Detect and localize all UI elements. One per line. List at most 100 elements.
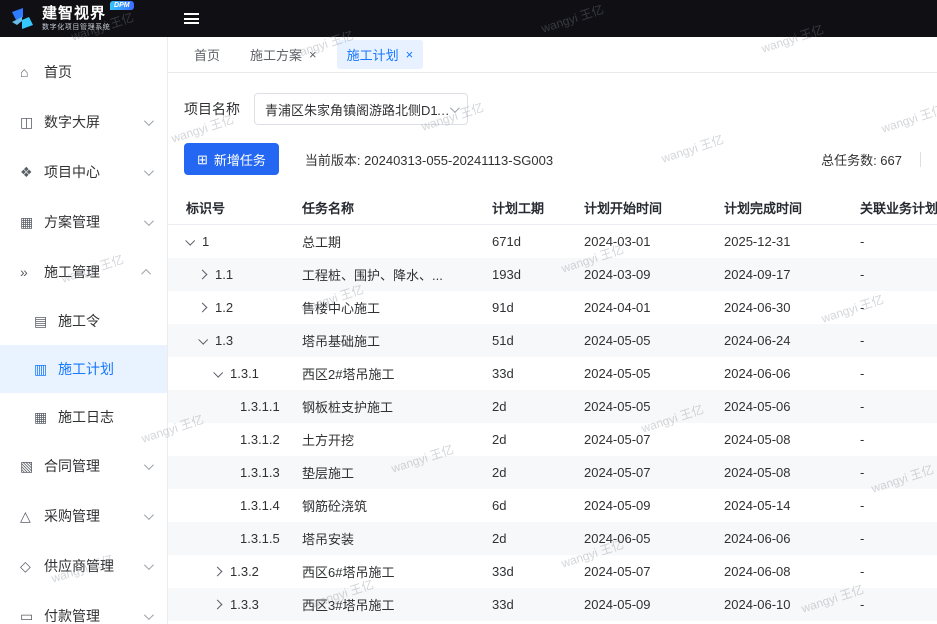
task-related-plan: - — [848, 588, 937, 621]
tabbar: 首页 施工方案 × 施工计划 × — [168, 37, 937, 73]
sidebar-item-digital-screen[interactable]: ◫ 数字大屏 — [0, 97, 167, 147]
chevron-icon — [144, 166, 154, 176]
schedule-icon: ▥ — [34, 361, 58, 378]
expand-toggle-icon[interactable] — [185, 236, 195, 246]
construction-icon: » — [20, 264, 44, 280]
sidebar-subitem-construction-order[interactable]: ▤ 施工令 — [0, 297, 167, 345]
task-id: 1.1 — [215, 267, 233, 282]
task-related-plan: - — [848, 489, 937, 522]
table-row[interactable]: 1.1 工程桩、围护、降水、... 193d 2024-03-09 2024-0… — [168, 258, 937, 291]
expand-toggle-icon[interactable] — [198, 270, 208, 280]
tab-label: 施工计划 — [347, 45, 399, 64]
sidebar-item-supplier-management[interactable]: ◇ 供应商管理 — [0, 541, 167, 591]
table-header-row: 标识号 任务名称 计划工期 计划开始时间 计划完成时间 关联业务计划 — [168, 191, 937, 225]
sidebar-item-project-center[interactable]: ❖ 项目中心 — [0, 147, 167, 197]
task-duration: 671d — [480, 225, 572, 259]
table-row[interactable]: 1.3.1.1 钢板桩支护施工 2d 2024-05-05 2024-05-06… — [168, 390, 937, 423]
task-start-date: 2024-05-07 — [572, 456, 712, 489]
expand-toggle-icon[interactable] — [213, 567, 223, 577]
task-related-plan: - — [848, 522, 937, 555]
table-row[interactable]: 1.3.1 西区2#塔吊施工 33d 2024-05-05 2024-06-06… — [168, 357, 937, 390]
task-related-plan: - — [848, 555, 937, 588]
task-start-date: 2024-06-05 — [572, 522, 712, 555]
sidebar-item-home[interactable]: ⌂ 首页 — [0, 47, 167, 97]
plan-icon: ▦ — [20, 214, 44, 231]
sidebar-subitem-construction-log[interactable]: ▦ 施工日志 — [0, 393, 167, 441]
task-end-date: 2024-05-08 — [712, 423, 848, 456]
main-content: 首页 施工方案 × 施工计划 × 项目名称 青浦区朱家角镇阁游路北侧D11...… — [168, 37, 937, 624]
task-related-plan: - — [848, 423, 937, 456]
chevron-icon — [144, 510, 154, 520]
task-end-date: 2024-06-24 — [712, 324, 848, 357]
table-row[interactable]: 1.3 塔吊基础施工 51d 2024-05-05 2024-06-24 - — [168, 324, 937, 357]
stats-divider — [920, 152, 921, 167]
sidebar-item-contract-management[interactable]: ▧ 合同管理 — [0, 441, 167, 491]
task-duration: 33d — [480, 555, 572, 588]
task-name: 塔吊基础施工 — [290, 324, 480, 357]
table-row[interactable]: 1.2 售楼中心施工 91d 2024-04-01 2024-06-30 - — [168, 291, 937, 324]
task-end-date: 2025-12-31 — [712, 225, 848, 259]
table-row[interactable]: 1.3.1.5 塔吊安装 2d 2024-06-05 2024-06-06 - — [168, 522, 937, 555]
sidebar-item-construction-management[interactable]: » 施工管理 — [0, 247, 167, 297]
task-end-date: 2024-05-08 — [712, 456, 848, 489]
sidebar-subitem-construction-schedule[interactable]: ▥ 施工计划 — [0, 345, 167, 393]
task-id: 1.3.1.2 — [240, 432, 280, 447]
sidebar-item-payment-management[interactable]: ▭ 付款管理 — [0, 591, 167, 624]
task-start-date: 2024-05-05 — [572, 357, 712, 390]
filter-row: 项目名称 青浦区朱家角镇阁游路北侧D11... — [184, 93, 921, 125]
task-name: 西区2#塔吊施工 — [290, 357, 480, 390]
task-duration: 91d — [480, 291, 572, 324]
dpm-badge: DPM — [110, 1, 134, 10]
task-start-date: 2024-05-07 — [572, 423, 712, 456]
app-logo[interactable]: 建智视界 DPM 数字化项目管理系统 — [0, 6, 168, 31]
table-row[interactable]: 1.3.3 西区3#塔吊施工 33d 2024-05-09 2024-06-10… — [168, 588, 937, 621]
sidebar-item-plan-management[interactable]: ▦ 方案管理 — [0, 197, 167, 247]
table-row[interactable]: 1.3.1.2 土方开挖 2d 2024-05-07 2024-05-08 - — [168, 423, 937, 456]
expand-toggle-icon[interactable] — [213, 600, 223, 610]
expand-toggle-icon[interactable] — [198, 303, 208, 313]
tab-home[interactable]: 首页 — [184, 40, 230, 69]
chevron-icon — [144, 116, 154, 126]
task-name: 钢板桩支护施工 — [290, 390, 480, 423]
sidebar-item-purchase-management[interactable]: △ 采购管理 — [0, 491, 167, 541]
chevron-icon — [144, 560, 154, 570]
task-start-date: 2024-05-09 — [572, 489, 712, 522]
task-id: 1.3.1.1 — [240, 399, 280, 414]
table-row[interactable]: 1 总工期 671d 2024-03-01 2025-12-31 - — [168, 225, 937, 259]
table-row[interactable]: 1.3.1.4 钢筋砼浇筑 6d 2024-05-09 2024-05-14 - — [168, 489, 937, 522]
tab-close-icon[interactable]: × — [309, 48, 317, 61]
task-related-plan: - — [848, 324, 937, 357]
task-related-plan: - — [848, 357, 937, 390]
chevron-icon — [144, 610, 154, 620]
project-name-label: 项目名称 — [184, 99, 240, 119]
task-related-plan: - — [848, 456, 937, 489]
project-icon: ❖ — [20, 164, 44, 181]
task-end-date: 2024-05-06 — [712, 390, 848, 423]
task-id: 1.3.3 — [230, 597, 259, 612]
task-id: 1.3 — [215, 333, 233, 348]
app-subtitle: 数字化项目管理系统 — [42, 24, 134, 31]
table-row[interactable]: 1.3.1.3 垫层施工 2d 2024-05-07 2024-05-08 - — [168, 456, 937, 489]
task-start-date: 2024-05-05 — [572, 390, 712, 423]
task-duration: 193d — [480, 258, 572, 291]
add-task-button[interactable]: ⊞ 新增任务 — [184, 143, 279, 175]
tab-construction-schedule[interactable]: 施工计划 × — [337, 40, 424, 69]
tab-close-icon[interactable]: × — [406, 48, 414, 61]
task-start-date: 2024-05-05 — [572, 324, 712, 357]
menu-collapse-icon[interactable] — [184, 13, 199, 24]
sidebar-item-label: 合同管理 — [44, 456, 144, 476]
sidebar-item-label: 施工管理 — [44, 262, 144, 282]
sidebar-item-label: 数字大屏 — [44, 112, 144, 132]
expand-toggle-icon[interactable] — [198, 335, 208, 345]
sidebar-subitem-label: 施工令 — [58, 311, 151, 331]
task-duration: 2d — [480, 522, 572, 555]
expand-toggle-icon[interactable] — [213, 368, 223, 378]
task-related-plan: - — [848, 291, 937, 324]
table-row[interactable]: 1.3.2 西区6#塔吊施工 33d 2024-05-07 2024-06-08… — [168, 555, 937, 588]
project-name-select[interactable]: 青浦区朱家角镇阁游路北侧D11... — [254, 93, 468, 125]
task-related-plan: - — [848, 258, 937, 291]
chevron-icon — [144, 460, 154, 470]
task-start-date: 2024-03-01 — [572, 225, 712, 259]
tab-construction-plan[interactable]: 施工方案 × — [240, 40, 327, 69]
sidebar-item-label: 采购管理 — [44, 506, 144, 526]
